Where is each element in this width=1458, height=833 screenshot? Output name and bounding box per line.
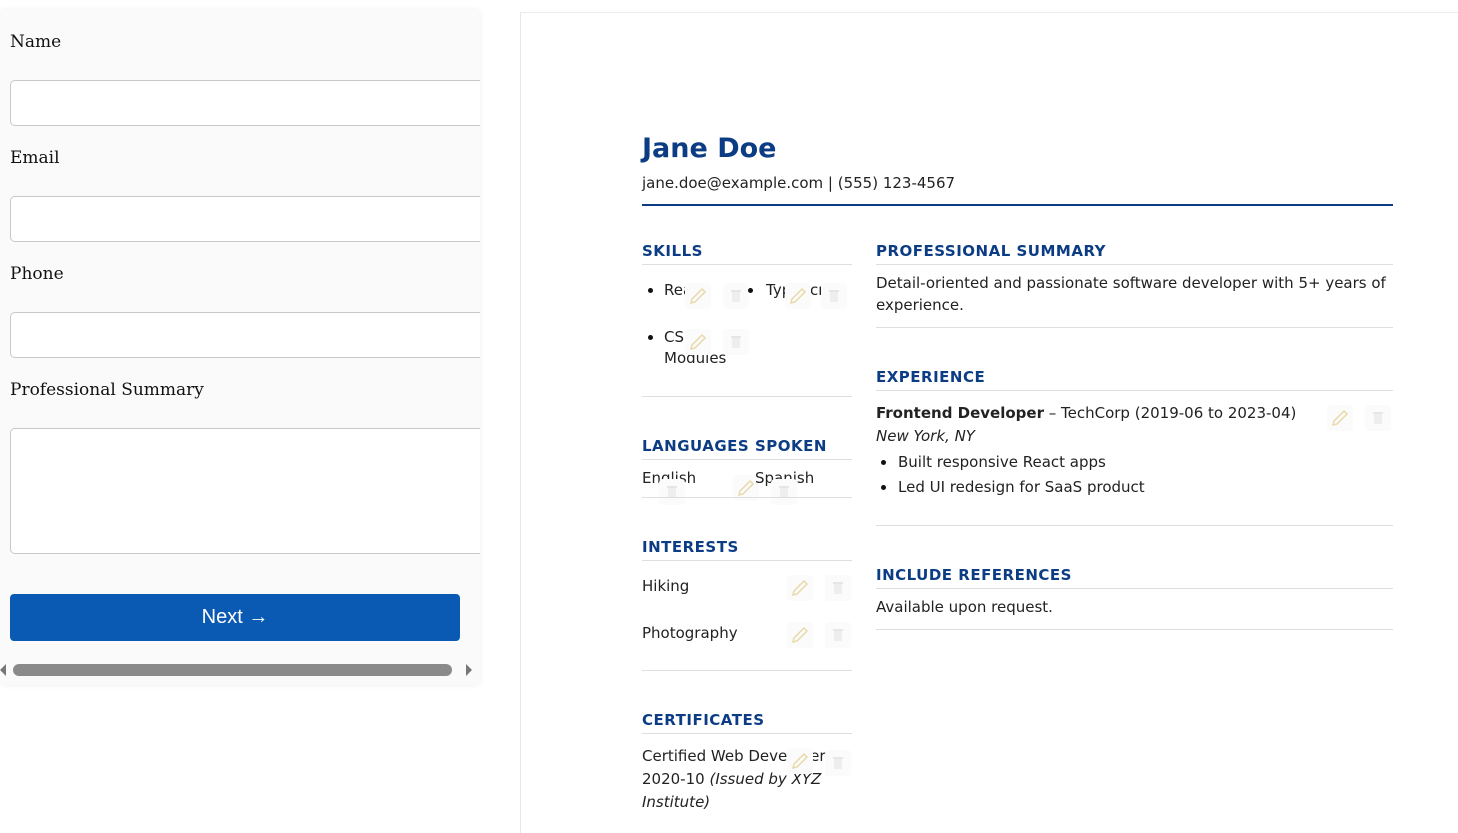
email-input[interactable]	[10, 196, 480, 242]
scroll-left-icon[interactable]	[0, 664, 6, 676]
scroll-right-icon[interactable]	[466, 664, 472, 676]
experience-title: EXPERIENCE	[876, 368, 986, 386]
interests-title: INTERESTS	[642, 538, 739, 556]
edit-pencil-icon[interactable]	[787, 622, 813, 648]
delete-trash-icon[interactable]	[825, 575, 851, 601]
edit-pencil-icon[interactable]	[1327, 405, 1353, 431]
summary-rule	[876, 264, 1393, 265]
delete-trash-icon[interactable]	[659, 479, 685, 505]
bullet	[648, 335, 653, 340]
experience-role: Frontend Developer	[876, 404, 1044, 422]
phone-input[interactable]	[10, 312, 480, 358]
references-title: INCLUDE REFERENCES	[876, 566, 1072, 584]
edit-pencil-icon[interactable]	[787, 748, 813, 774]
form-panel: Name Email Phone Professional Summary Ne…	[0, 10, 480, 685]
resume-contact: jane.doe@example.com | (555) 123-4567	[642, 174, 956, 192]
certificate-date: 2020-10	[642, 770, 705, 788]
resume-name: Jane Doe	[642, 133, 777, 164]
summary-title: PROFESSIONAL SUMMARY	[876, 242, 1107, 260]
edit-pencil-icon[interactable]	[787, 575, 813, 601]
delete-trash-icon[interactable]	[825, 622, 851, 648]
horizontal-scrollbar[interactable]	[0, 662, 480, 678]
summary-line: Detail-oriented and passionate software …	[876, 274, 1386, 292]
experience-bullet: Led UI redesign for SaaS product	[898, 478, 1145, 496]
edit-pencil-icon[interactable]	[685, 329, 711, 355]
email-label: Email	[10, 148, 60, 168]
languages-rule	[642, 459, 852, 460]
edit-pencil-icon[interactable]	[785, 283, 811, 309]
references-rule	[876, 588, 1393, 589]
delete-trash-icon[interactable]	[821, 283, 847, 309]
section-divider	[642, 396, 852, 397]
skills-rule	[642, 264, 852, 265]
experience-rule	[876, 390, 1393, 391]
summary-textarea[interactable]	[10, 428, 480, 554]
references-text: Available upon request.	[876, 598, 1053, 616]
section-divider	[642, 497, 852, 498]
experience-location: New York, NY	[876, 427, 975, 445]
name-input[interactable]	[10, 80, 480, 126]
section-divider	[876, 327, 1393, 328]
certificate-issuer-cont: Institute)	[642, 793, 711, 811]
certificates-rule	[642, 733, 852, 734]
summary-line: experience.	[876, 296, 964, 314]
delete-trash-icon[interactable]	[771, 479, 797, 505]
bullet	[748, 288, 753, 293]
phone-label: Phone	[10, 264, 64, 284]
section-divider	[876, 525, 1393, 526]
bullet	[881, 460, 886, 465]
header-divider	[642, 204, 1393, 206]
delete-trash-icon[interactable]	[723, 283, 749, 309]
interest-item: Hiking	[642, 577, 690, 595]
experience-heading: Frontend Developer – TechCorp (2019-06 t…	[876, 402, 1296, 424]
delete-trash-icon[interactable]	[723, 329, 749, 355]
experience-company-dates: – TechCorp (2019-06 to 2023-04)	[1043, 404, 1297, 422]
resume-preview: Jane Doe jane.doe@example.com | (555) 12…	[520, 12, 1458, 833]
name-label: Name	[10, 32, 62, 52]
interest-item: Photography	[642, 624, 738, 642]
delete-trash-icon[interactable]	[1365, 405, 1391, 431]
edit-pencil-icon[interactable]	[685, 283, 711, 309]
bullet	[881, 485, 886, 490]
section-divider	[642, 670, 852, 671]
experience-bullet: Built responsive React apps	[898, 453, 1106, 471]
delete-trash-icon[interactable]	[825, 750, 851, 776]
scrollbar-thumb[interactable]	[13, 664, 452, 676]
skills-title: SKILLS	[642, 242, 703, 260]
next-button[interactable]: Next →	[10, 594, 460, 641]
interests-rule	[642, 560, 852, 561]
bullet	[648, 288, 653, 293]
section-divider	[876, 629, 1393, 630]
languages-title: LANGUAGES SPOKEN	[642, 437, 827, 455]
summary-label: Professional Summary	[10, 380, 204, 400]
certificates-title: CERTIFICATES	[642, 711, 765, 729]
